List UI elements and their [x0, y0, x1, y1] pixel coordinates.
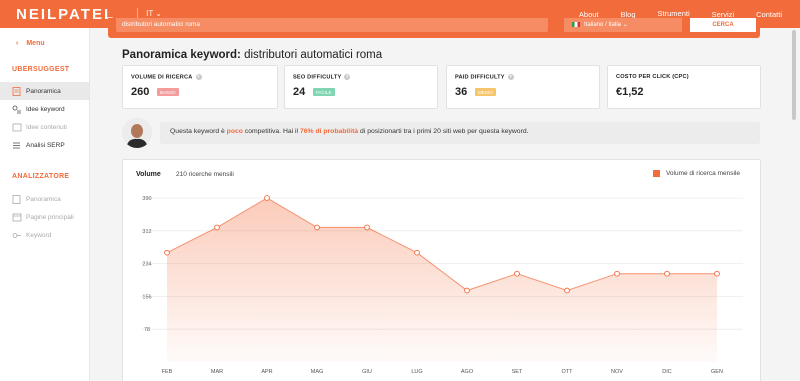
content-ideas-icon	[12, 123, 22, 131]
sidebar-item-idee-keyword[interactable]: Idee keyword	[0, 100, 89, 118]
section-title-analizzatore: ANALIZZATORE	[12, 173, 70, 180]
status-badge: FACILE	[313, 88, 335, 96]
metric-label: SEO DIFFICULTY	[293, 74, 342, 81]
volume-chart-card: Volume 210 ricerche mensili Volume di ri…	[122, 159, 761, 381]
metric-label: PAID DIFFICULTY	[455, 74, 505, 81]
y-tick-label: 390	[142, 196, 151, 202]
person-photo-icon	[122, 118, 152, 148]
search-button[interactable]: CERCA	[690, 18, 756, 32]
status-badge: MEDIO	[475, 88, 496, 96]
volume-area-chart: 78 156 234 312 390 FEB MAR APR MAG GIU LUG AGO SET OT…	[141, 195, 743, 375]
sidebar-item-panoramica[interactable]: Panoramica	[0, 82, 89, 100]
sidebar-item-analyzer-panoramica[interactable]: Panoramica	[0, 190, 89, 208]
italy-flag-icon	[572, 21, 580, 27]
site-logo[interactable]: NEILPATEL	[16, 6, 115, 23]
sidebar-item-label: Panoramica	[26, 87, 61, 95]
avatar	[122, 118, 152, 148]
y-tick-label: 312	[142, 229, 151, 235]
advice-text: di posizionarti tra i primi 20 siti web …	[358, 128, 529, 135]
document-icon	[12, 194, 21, 204]
x-tick-label: GEN	[711, 369, 723, 375]
advice-text: competitiva. Hai il	[242, 128, 300, 135]
sidebar-item-idee-contenuti[interactable]: Idee contenuti	[0, 118, 89, 136]
sidebar-item-label: Pagine principali	[26, 213, 74, 221]
advice-highlight: poco	[226, 128, 243, 135]
keyword-icon	[12, 232, 21, 238]
sidebar-item-label: Keyword	[26, 231, 52, 239]
metric-value: €1,52	[616, 86, 644, 98]
metric-value: 36	[455, 86, 468, 98]
y-tick-label: 156	[142, 294, 151, 300]
x-tick-label: SET	[512, 369, 523, 375]
advice-highlight: 76% di probabilità	[299, 128, 359, 135]
data-point	[514, 270, 520, 277]
data-point	[364, 224, 370, 231]
sidebar-item-label: Analisi SERP	[26, 141, 65, 149]
sidebar-item-pagine-principali[interactable]: Pagine principali	[0, 208, 89, 226]
metric-card-cpc: COSTO PER CLICK (CPC) €1,52	[607, 65, 761, 109]
help-icon[interactable]: ?	[195, 74, 202, 80]
sidebar-item-label: Panoramica	[26, 195, 61, 203]
metric-label: VOLUME DI RICERCA	[131, 74, 193, 81]
x-tick-label: DIC	[662, 369, 672, 375]
metric-value: 260	[131, 86, 150, 98]
sidebar: ‹ Menu UBERSUGGEST Panoramica Idee keywor…	[0, 28, 90, 381]
advice-text: Questa keyword è	[170, 128, 227, 135]
x-tick-label: FEB	[162, 369, 173, 375]
serp-list-icon	[13, 142, 20, 148]
x-tick-label: MAR	[211, 369, 223, 375]
search-bar: distributori automatici roma Italiano / …	[108, 18, 760, 38]
sidebar-item-keyword[interactable]: Keyword	[0, 226, 89, 244]
data-point	[264, 195, 270, 201]
keyword-ideas-icon	[12, 105, 21, 113]
x-tick-label: LUG	[411, 369, 422, 375]
sidebar-item-label: Idee contenuti	[26, 123, 67, 131]
x-tick-label: NOV	[611, 369, 623, 375]
data-point	[464, 287, 470, 294]
data-point	[614, 270, 620, 277]
sidebar-item-label: Idee keyword	[26, 105, 65, 113]
language-select[interactable]: Italiano / Italia ⌄	[564, 18, 682, 32]
data-point	[164, 249, 170, 256]
x-tick-label: AGO	[461, 369, 474, 375]
pages-icon	[12, 213, 22, 221]
page-title: Panoramica keyword: distributori automat…	[122, 49, 382, 61]
page-scrollbar[interactable]	[792, 30, 796, 120]
status-badge: BASSO	[157, 88, 179, 96]
competition-advice: Questa keyword è poco competitiva. Hai i…	[160, 122, 760, 144]
metric-card-seo-difficulty: SEO DIFFICULTY? 24 FACILE	[284, 65, 438, 109]
page-title-keyword: distributori automatici roma	[244, 49, 383, 61]
y-tick-label: 78	[144, 327, 150, 333]
data-point	[564, 287, 570, 294]
data-point	[714, 270, 720, 277]
data-point	[314, 224, 320, 231]
metric-label: COSTO PER CLICK (CPC)	[616, 74, 689, 80]
help-icon[interactable]: ?	[344, 74, 351, 80]
help-icon[interactable]: ?	[507, 74, 514, 80]
language-select-label: Italiano / Italia	[584, 22, 622, 28]
metric-card-paid-difficulty: PAID DIFFICULTY? 36 MEDIO	[446, 65, 600, 109]
menu-back-label: Menu	[26, 40, 45, 47]
x-tick-label: GIU	[362, 369, 372, 375]
x-tick-label: MAG	[311, 369, 324, 375]
chevron-left-icon: ‹	[16, 40, 19, 47]
x-tick-label: APR	[261, 369, 272, 375]
y-tick-label: 234	[142, 262, 151, 268]
metric-card-volume: VOLUME DI RICERCA? 260 BASSO	[122, 65, 278, 109]
section-title-ubersuggest: UBERSUGGEST	[12, 66, 70, 73]
data-point	[664, 270, 670, 277]
menu-back-button[interactable]: ‹ Menu	[16, 40, 45, 47]
sidebar-item-analisi-serp[interactable]: Analisi SERP	[0, 136, 89, 154]
document-chart-icon	[12, 86, 21, 96]
data-point	[214, 224, 220, 231]
keyword-search-input[interactable]: distributori automatici roma	[116, 18, 548, 32]
nav-contatti[interactable]: Contatti	[756, 10, 782, 19]
x-tick-label: OTT	[562, 369, 574, 375]
area-fill	[167, 198, 717, 362]
metric-value: 24	[293, 86, 306, 98]
data-point	[414, 249, 420, 256]
page-title-prefix: Panoramica keyword:	[122, 49, 241, 61]
